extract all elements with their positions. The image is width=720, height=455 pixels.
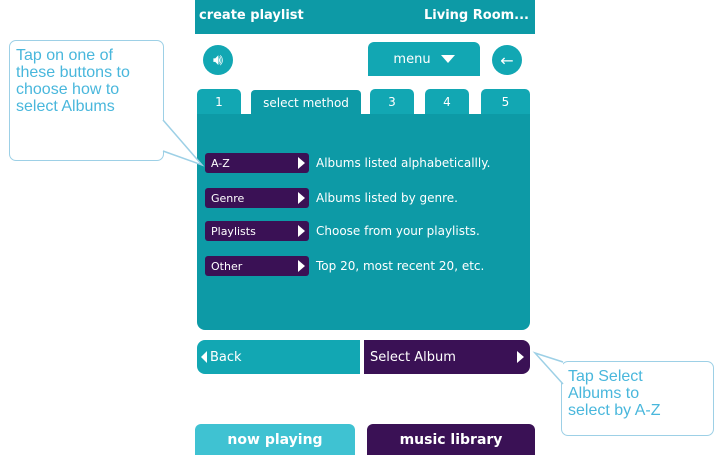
method-button-label: Genre [211,191,245,205]
tab-music-library[interactable]: music library [367,424,535,455]
method-button-label: A-Z [211,156,230,170]
tab-now-playing[interactable]: now playing [195,424,355,455]
title-bar: create playlist Living Room... [195,0,535,34]
select-album-label: Select Album [370,349,456,365]
tab-step-5[interactable]: 5 [481,89,530,115]
callout-right: Tap Select Albums to select by A-Z [561,361,714,436]
method-button-label: Other [211,259,243,273]
method-description: Choose from your playlists. [316,224,480,238]
back-arrow-button[interactable]: ← [492,45,522,75]
tab-label: 4 [443,95,451,109]
tab-label: 5 [501,95,510,109]
speaker-icon: 🔊︎ [212,50,224,69]
callout-text: Tap on one of these buttons to choose ho… [16,47,130,115]
tab-label: now playing [227,431,323,448]
tab-label: 1 [215,95,223,109]
back-arrow-icon: ← [500,50,514,70]
volume-button[interactable]: 🔊︎ [203,45,233,75]
chevron-right-icon [298,225,305,237]
callout-left: Tap on one of these buttons to choose ho… [9,40,164,161]
chevron-right-icon [298,157,305,169]
back-button[interactable]: Back [197,340,360,374]
tab-step-1[interactable]: 1 [197,89,241,115]
chevron-right-icon [298,192,305,204]
chevron-left-icon [201,351,207,363]
method-button-playlists[interactable]: Playlists [205,221,309,241]
method-button-a-z[interactable]: A-Z [205,153,309,173]
callout-left-pointer [162,119,205,167]
tab-step-4[interactable]: 4 [425,89,469,115]
chevron-down-icon [440,55,455,63]
method-button-genre[interactable]: Genre [205,188,309,208]
chevron-right-icon [298,260,305,272]
method-description: Albums listed alphabeticallly. [316,156,491,170]
callout-right-pointer [532,351,564,385]
tab-select-method[interactable]: select method [250,89,362,116]
method-description: Top 20, most recent 20, etc. [316,259,485,273]
select-album-button[interactable]: Select Album [364,340,530,374]
back-label: Back [210,349,242,365]
tab-label: music library [399,431,503,448]
chevron-right-icon [517,351,524,363]
zone-name[interactable]: Living Room... [424,8,529,23]
method-button-other[interactable]: Other [205,256,309,276]
tab-step-3[interactable]: 3 [370,89,414,115]
tab-label: 3 [388,95,396,109]
callout-text: Tap Select Albums to select by A-Z [568,368,661,419]
page-title: create playlist [199,8,304,23]
menu-button[interactable]: menu [368,42,480,76]
menu-label: menu [393,51,431,67]
tab-label: select method [263,96,349,110]
method-button-label: Playlists [211,224,256,238]
method-description: Albums listed by genre. [316,191,458,205]
